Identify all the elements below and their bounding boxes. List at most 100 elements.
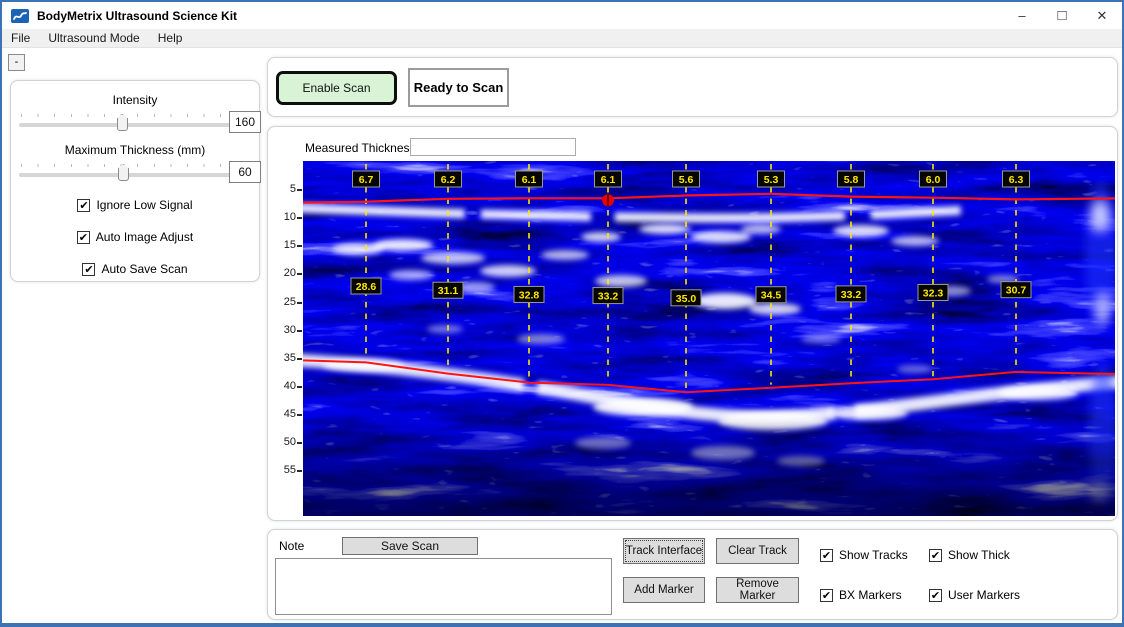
svg-text:6.1: 6.1 (522, 174, 537, 186)
axis-tick-label: 10 (276, 211, 296, 223)
axis-tick-mark (297, 217, 302, 219)
axis-tick-mark (297, 442, 302, 444)
axis-tick-label: 20 (276, 267, 296, 279)
menu-ultrasound-mode[interactable]: Ultrasound Mode (39, 29, 148, 47)
axis-tick-mark (297, 302, 302, 304)
minimize-button[interactable]: – (1002, 2, 1042, 29)
svg-text:6.1: 6.1 (601, 174, 616, 186)
ultrasound-panel: Measured Thickness 510152025303540455055 (267, 126, 1118, 521)
enable-scan-button[interactable]: Enable Scan (276, 71, 397, 105)
svg-text:32.8: 32.8 (519, 289, 540, 301)
checkbox-auto-image-adjust-label: Auto Image Adjust (96, 230, 193, 244)
menu-help[interactable]: Help (149, 29, 192, 47)
checkbox-bx-markers: ✔BX Markers (820, 582, 915, 608)
svg-text:5.6: 5.6 (679, 174, 694, 186)
checkbox-show-thick: ✔Show Thick (929, 542, 1020, 568)
axis-tick-label: 45 (276, 408, 296, 420)
checkbox-auto-image-adjust: ✔ Auto Image Adjust (11, 230, 259, 244)
axis-tick-label: 30 (276, 324, 296, 336)
menu-bar: File Ultrasound Mode Help (2, 29, 1122, 48)
checkbox-show-tracks: ✔ Show Tracks (820, 542, 915, 568)
mid-thickness-label: 28.6 (351, 278, 381, 294)
intensity-label: Intensity (11, 93, 259, 107)
checkbox-auto-image-adjust-box[interactable]: ✔ (77, 231, 90, 244)
measured-thickness-label: Measured Thickness (305, 141, 416, 155)
svg-text:6.7: 6.7 (359, 174, 374, 186)
svg-text:28.6: 28.6 (356, 281, 377, 293)
clear-track-button[interactable]: Clear Track (716, 538, 799, 564)
checkbox-bx-markers-box[interactable]: ✔ (820, 589, 833, 602)
top-thickness-label: 6.0 (920, 171, 947, 187)
svg-text:30.7: 30.7 (1006, 285, 1027, 297)
settings-checkboxes: ✔Ignore Low Signal✔Auto Image Adjust✔Aut… (11, 198, 259, 276)
mid-thickness-label: 31.1 (433, 282, 463, 298)
axis-tick-label: 50 (276, 436, 296, 448)
note-input[interactable] (275, 558, 612, 615)
mid-thickness-label: 33.2 (593, 288, 623, 304)
save-scan-button[interactable]: Save Scan (342, 537, 478, 555)
svg-text:33.2: 33.2 (841, 289, 862, 301)
svg-text:5.8: 5.8 (844, 174, 859, 186)
menu-file[interactable]: File (2, 29, 39, 47)
checkbox-user-markers-label: User Markers (948, 588, 1020, 602)
collapse-panel-button[interactable]: - (8, 54, 25, 71)
max-thickness-slider-track[interactable] (19, 173, 243, 177)
svg-text:34.5: 34.5 (761, 290, 782, 302)
max-thickness-label: Maximum Thickness (mm) (11, 143, 259, 157)
axis-tick-label: 55 (276, 464, 296, 476)
scan-status-badge: Ready to Scan (408, 68, 509, 107)
axis-tick-mark (297, 414, 302, 416)
top-thickness-label: 5.6 (673, 171, 700, 187)
top-thickness-label: 5.8 (838, 171, 865, 187)
title-bar: BodyMetrix Ultrasound Science Kit – □ ✕ (2, 2, 1122, 29)
intensity-slider-track[interactable] (19, 123, 243, 127)
svg-text:32.3: 32.3 (923, 287, 944, 299)
track-interface-button[interactable]: Track Interface (623, 538, 705, 564)
axis-tick-label: 15 (276, 239, 296, 251)
checkbox-auto-save-scan-box[interactable]: ✔ (82, 263, 95, 276)
app-window: BodyMetrix Ultrasound Science Kit – □ ✕ … (0, 0, 1124, 627)
axis-tick-label: 25 (276, 296, 296, 308)
checkbox-ignore-low-signal-box[interactable]: ✔ (77, 199, 90, 212)
top-thickness-label: 6.1 (595, 171, 622, 187)
measured-thickness-input[interactable] (410, 138, 576, 156)
checkbox-user-markers-box[interactable]: ✔ (929, 589, 942, 602)
top-thickness-label: 6.3 (1003, 171, 1030, 187)
svg-text:35.0: 35.0 (676, 293, 697, 305)
remove-marker-button[interactable]: Remove Marker (716, 577, 799, 603)
svg-text:6.2: 6.2 (441, 174, 456, 186)
mid-thickness-label: 35.0 (671, 290, 701, 306)
track-marker-buttons: Track Interface Clear Track Add Marker Remo… (623, 538, 799, 603)
checkbox-auto-save-scan: ✔Auto Save Scan (11, 262, 259, 276)
top-thickness-label: 5.3 (758, 171, 785, 187)
max-thickness-value[interactable]: 60 (229, 161, 261, 183)
ultrasound-image[interactable]: 6.7 6.2 6.1 6.1 5.6 5.3 5.8 6.0 6.3 28.6 31.1 32.8 3… (303, 161, 1115, 516)
axis-tick-mark (297, 273, 302, 275)
axis-tick-mark (297, 189, 302, 191)
note-label: Note (279, 539, 304, 553)
svg-text:31.1: 31.1 (438, 285, 459, 297)
axis-tick-mark (297, 470, 302, 472)
scan-control-panel: Enable Scan Ready to Scan (267, 57, 1118, 117)
window-title: BodyMetrix Ultrasound Science Kit (37, 9, 237, 23)
axis-tick-mark (297, 358, 302, 360)
mid-thickness-label: 30.7 (1001, 282, 1031, 298)
display-checkboxes: ✔Show Tracks✔Show Thick✔BX Markers✔User … (820, 542, 1020, 608)
axis-tick-label: 40 (276, 380, 296, 392)
checkbox-ignore-low-signal: ✔Ignore Low Signal (11, 198, 259, 212)
axis-tick-mark (297, 386, 302, 388)
mid-thickness-label: 32.3 (918, 284, 948, 300)
checkbox-show-tracks-box[interactable]: ✔ (820, 549, 833, 562)
mid-thickness-label: 33.2 (836, 286, 866, 302)
checkbox-show-thick-box[interactable]: ✔ (929, 549, 942, 562)
intensity-value[interactable]: 160 (229, 111, 261, 133)
axis-tick-mark (297, 245, 302, 247)
top-thickness-label: 6.1 (516, 171, 543, 187)
maximize-button[interactable]: □ (1042, 2, 1082, 29)
checkbox-show-tracks-label: Show Tracks (839, 548, 908, 562)
add-marker-button[interactable]: Add Marker (623, 577, 705, 603)
close-button[interactable]: ✕ (1082, 2, 1122, 29)
app-icon (11, 9, 29, 23)
svg-text:6.3: 6.3 (1009, 174, 1024, 186)
svg-text:33.2: 33.2 (598, 291, 619, 303)
